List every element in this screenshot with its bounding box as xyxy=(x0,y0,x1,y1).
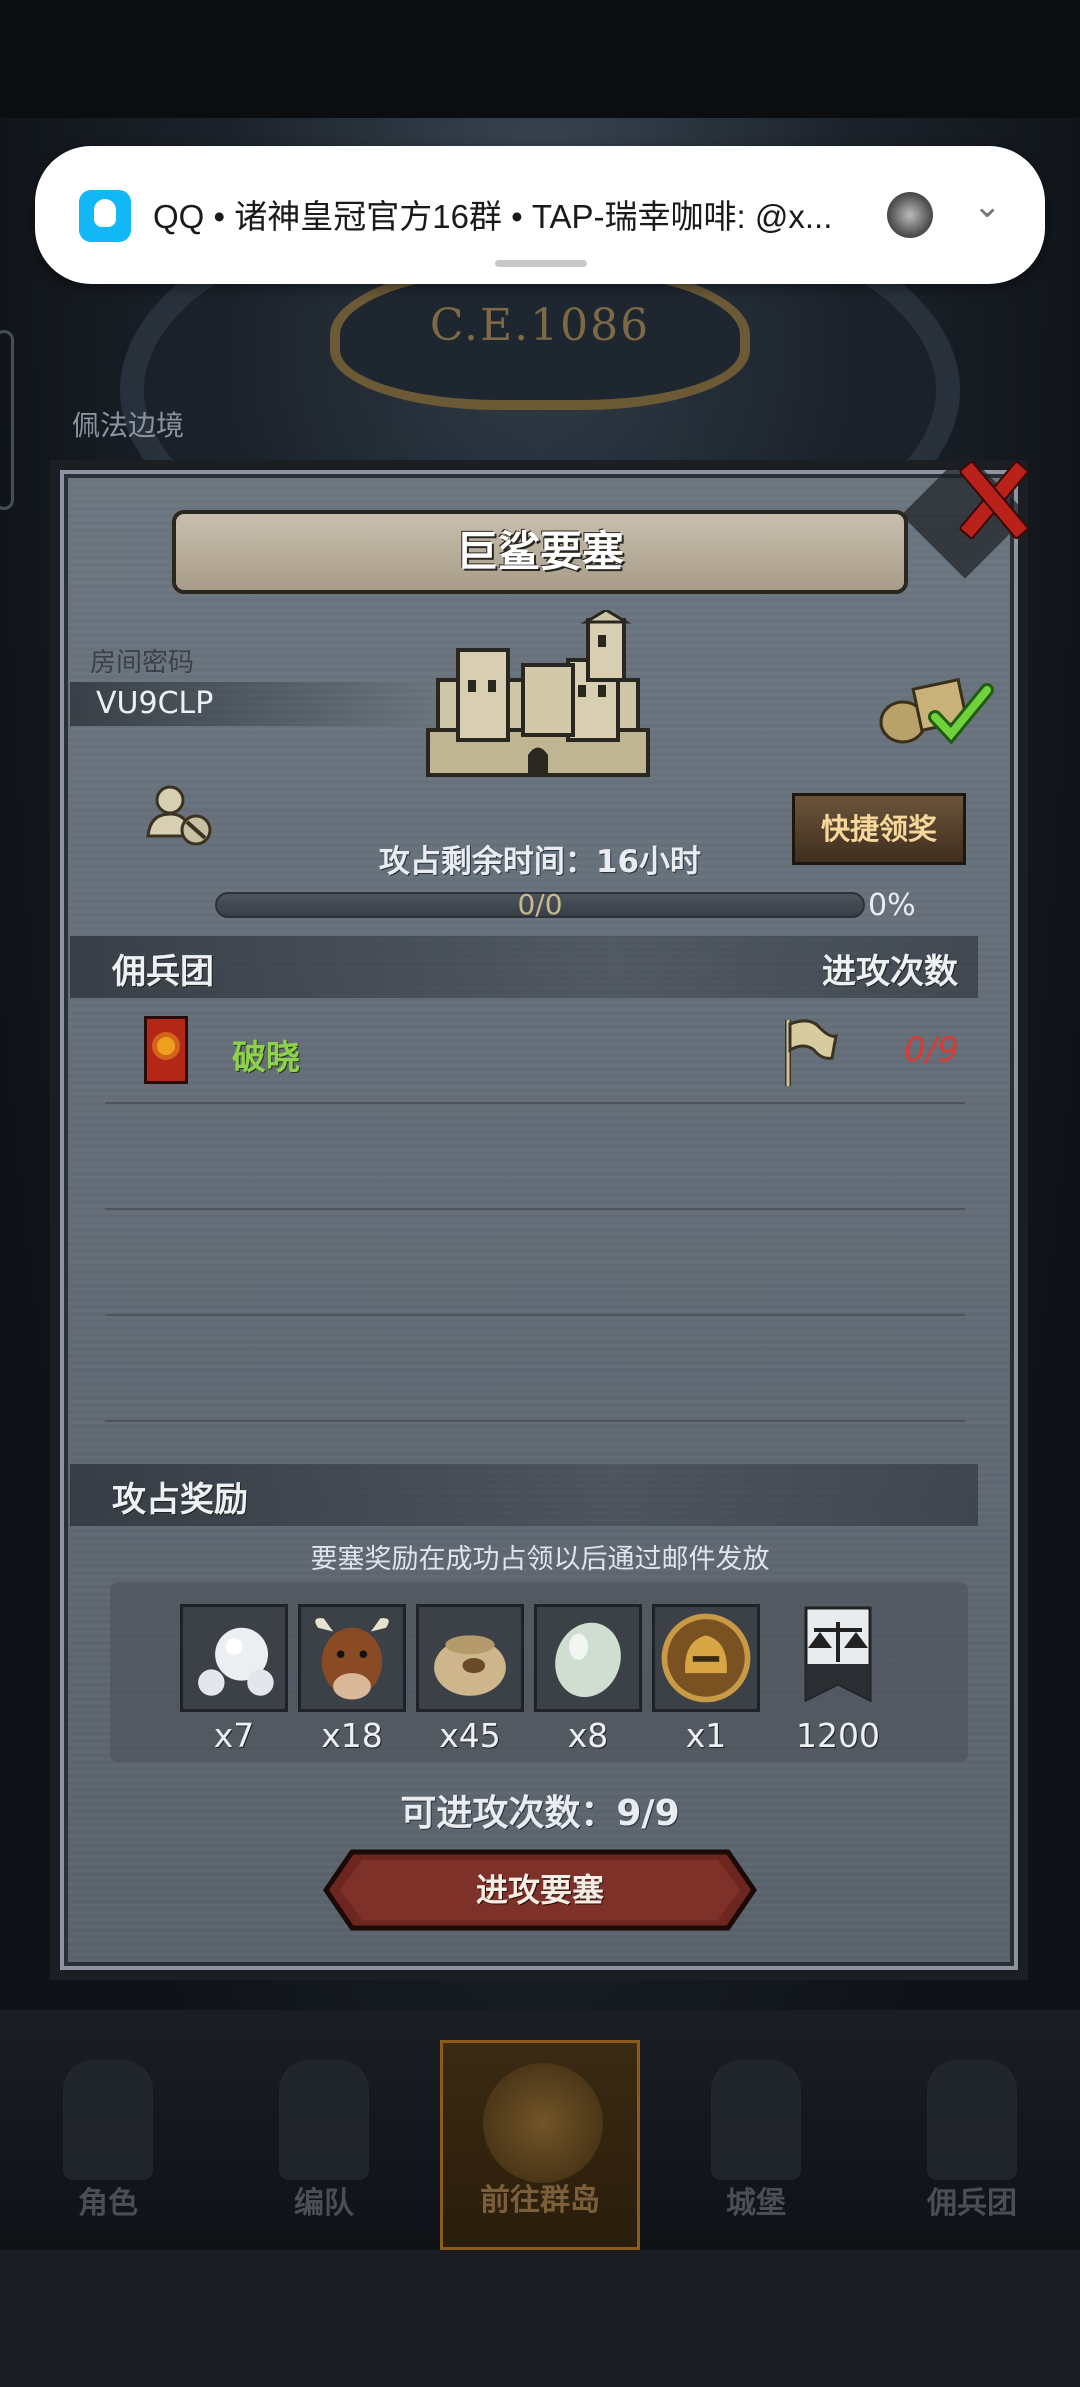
notification-text: QQ • 诸神皇冠官方16群 • TAP-瑞幸咖啡: @x... xyxy=(153,198,833,235)
reward-qty: x18 xyxy=(321,1716,383,1755)
bottom-nav: 角色 编队 前往群岛 城堡 佣兵团 xyxy=(0,2010,1080,2250)
rewards-header: 攻占奖励 xyxy=(112,1480,248,1520)
grain-sack-icon[interactable] xyxy=(416,1604,524,1712)
reward-qty: x7 xyxy=(213,1716,255,1755)
side-tab[interactable] xyxy=(0,330,14,510)
guild-attack-count: 0/9 xyxy=(904,1030,959,1070)
attack-fortress-label: 进攻要塞 xyxy=(475,1871,604,1909)
region-label: 佩法边境 xyxy=(72,409,185,442)
reward-qty: 1200 xyxy=(796,1716,880,1755)
list-divider xyxy=(105,1420,965,1422)
close-icon[interactable] xyxy=(950,455,1030,535)
remaining-time: 攻占剩余时间：16小时 xyxy=(378,844,702,880)
moonstone-icon[interactable] xyxy=(534,1604,642,1712)
room-code-label: 房间密码 xyxy=(90,648,195,678)
qq-icon xyxy=(79,190,131,242)
notification-handle[interactable] xyxy=(495,260,587,267)
sender-avatar xyxy=(887,192,933,238)
nav-item-castle[interactable]: 城堡 xyxy=(656,2040,856,2250)
flag-icon xyxy=(785,1019,838,1086)
guild-banner-icon xyxy=(144,1016,188,1084)
pearls-icon[interactable] xyxy=(180,1604,288,1712)
attacks-header: 进攻次数 xyxy=(822,952,958,992)
dialog-title: 巨鲨要塞 xyxy=(455,527,624,576)
helmet-icon xyxy=(279,2060,369,2180)
island-compass-icon xyxy=(483,2063,603,2183)
list-divider xyxy=(105,1102,965,1104)
nav-item-mercenary[interactable]: 佣兵团 xyxy=(872,2040,1072,2250)
castle-icon xyxy=(426,610,650,777)
mercenary-icon xyxy=(927,2060,1017,2180)
list-divider xyxy=(105,1314,965,1316)
progress-value: 0/0 xyxy=(517,888,563,921)
nav-item-character[interactable]: 角色 xyxy=(8,2040,208,2250)
progress-percent: 0% xyxy=(868,888,916,923)
knight-icon xyxy=(63,2060,153,2180)
room-code: VU9CLP xyxy=(96,686,214,721)
reward-qty: x1 xyxy=(685,1716,727,1755)
nav-label: 前往群岛 xyxy=(480,2183,600,2218)
knight-helmet-coin-icon[interactable] xyxy=(652,1604,760,1712)
mercenary-header: 佣兵团 xyxy=(112,952,214,992)
available-attacks: 可进攻次数：9/9 xyxy=(400,1793,680,1834)
reward-qty: x8 xyxy=(567,1716,609,1755)
dialog-title-banner: 巨鲨要塞 xyxy=(172,510,908,594)
list-divider xyxy=(105,1208,965,1210)
nav-label: 城堡 xyxy=(726,2186,786,2221)
qq-notification[interactable]: QQ • 诸神皇冠官方16群 • TAP-瑞幸咖啡: @x... ⌄ xyxy=(35,146,1045,284)
reward-qty: x45 xyxy=(439,1716,501,1755)
nav-label: 角色 xyxy=(78,2186,138,2221)
justice-banner-icon[interactable] xyxy=(784,1604,892,1712)
nav-label: 佣兵团 xyxy=(927,2186,1017,2221)
nav-item-formation[interactable]: 编队 xyxy=(224,2040,424,2250)
system-nav-bar xyxy=(0,2250,1080,2387)
loot-collected-icon xyxy=(879,677,994,745)
nav-label: 编队 xyxy=(294,2186,354,2221)
chevron-down-icon[interactable]: ⌄ xyxy=(973,186,1002,226)
cow-icon[interactable] xyxy=(298,1604,406,1712)
guild-name[interactable]: 破晓 xyxy=(232,1030,300,1079)
reward-note: 要塞奖励在成功占领以后通过邮件发放 xyxy=(310,1544,770,1575)
castle-icon xyxy=(711,2060,801,2180)
nav-item-islands[interactable]: 前往群岛 xyxy=(440,2040,640,2250)
era-label: C.E.1086 xyxy=(429,300,651,351)
